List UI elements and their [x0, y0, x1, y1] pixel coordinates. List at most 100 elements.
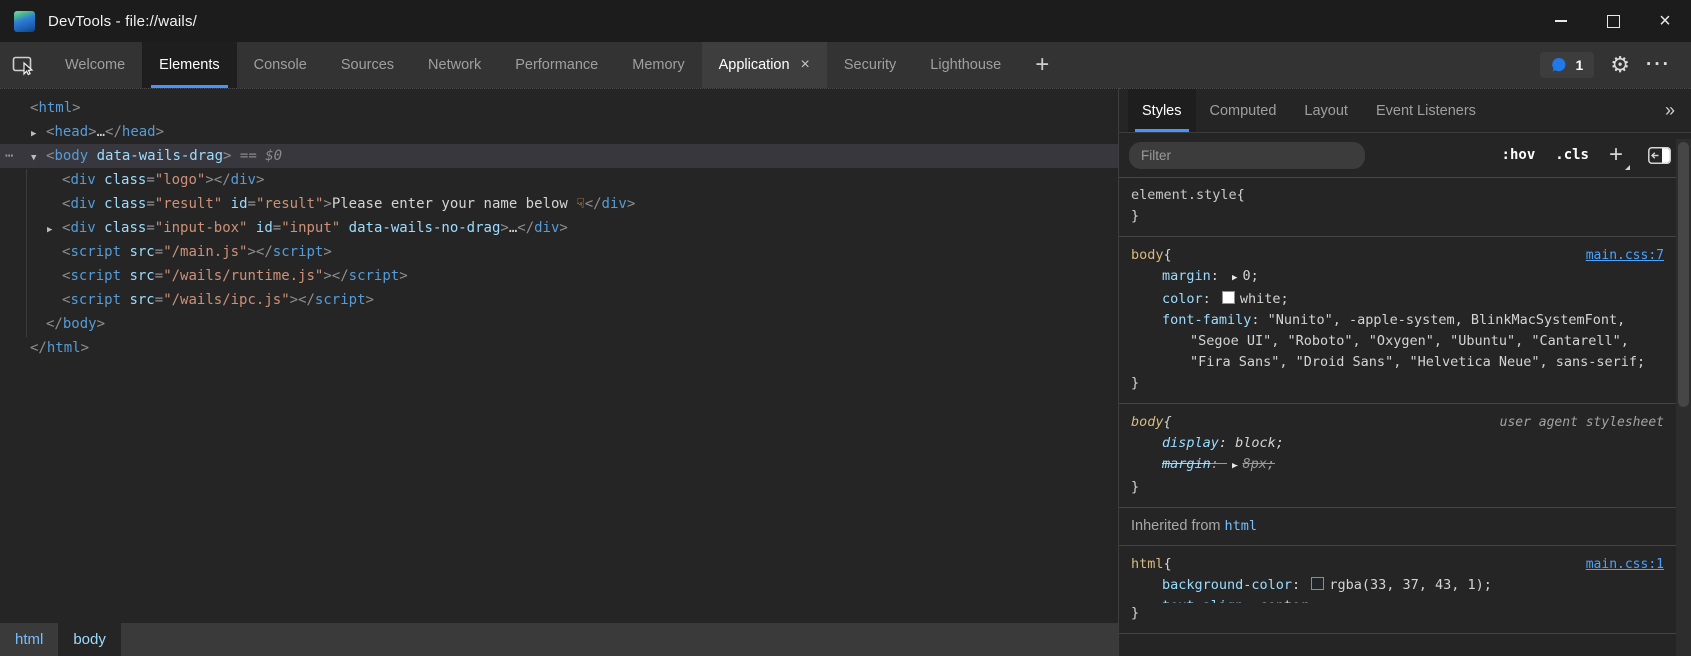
- tab-security[interactable]: Security: [827, 42, 913, 88]
- code-token: "input": [281, 220, 340, 236]
- tab-label: Network: [428, 57, 481, 73]
- close-icon: ×: [1659, 11, 1671, 31]
- tab-label: Memory: [632, 57, 684, 73]
- styles-rules-list: element.style {}body {main.css:7margin: …: [1119, 177, 1676, 656]
- code-token: "/wails/runtime.js": [163, 268, 323, 284]
- close-brace: }: [1131, 373, 1664, 394]
- css-property[interactable]: display: block;: [1131, 433, 1664, 454]
- tree-row[interactable]: ▶<div class="input-box" id="input" data-…: [0, 216, 1118, 240]
- sidebar-tab-computed[interactable]: Computed: [1196, 89, 1291, 132]
- inherited-from-header: Inherited from html: [1119, 508, 1676, 546]
- collapse-panel-icon: [1648, 147, 1671, 164]
- css-property[interactable]: text-align: center;: [1131, 596, 1664, 603]
- code-token: =: [248, 196, 256, 212]
- tree-row[interactable]: <div class="logo"></div>: [0, 168, 1118, 192]
- css-selector[interactable]: body: [1131, 412, 1164, 433]
- minimize-button[interactable]: [1535, 0, 1587, 42]
- sidebar-tab-styles[interactable]: Styles: [1128, 89, 1196, 132]
- code-token: class: [104, 220, 146, 236]
- maximize-button[interactable]: [1587, 0, 1639, 42]
- breadcrumb-item-html[interactable]: html: [0, 623, 58, 656]
- code-token: div: [70, 196, 95, 212]
- tab-console[interactable]: Console: [237, 42, 324, 88]
- inherited-from-link[interactable]: html: [1225, 518, 1258, 534]
- scrollbar-thumb[interactable]: [1678, 142, 1689, 407]
- property-name: color: [1162, 291, 1203, 307]
- add-panel-button[interactable]: +: [1018, 42, 1066, 88]
- code-token: >: [97, 316, 105, 332]
- tab-sources[interactable]: Sources: [324, 42, 411, 88]
- expand-value-arrow-icon[interactable]: ▶: [1227, 273, 1242, 283]
- tree-row[interactable]: ⋯▼<body data-wails-drag> == $0: [0, 144, 1118, 168]
- code-token: >: [290, 292, 298, 308]
- issues-counter-button[interactable]: 1: [1540, 52, 1594, 78]
- tab-application[interactable]: Application ×: [702, 42, 827, 88]
- sidebar-tab-label: Computed: [1210, 103, 1277, 119]
- code-token: >: [247, 244, 255, 260]
- code-token: script: [70, 268, 121, 284]
- css-selector[interactable]: element.style: [1131, 185, 1237, 206]
- settings-button[interactable]: ⚙: [1610, 54, 1630, 76]
- tree-row[interactable]: <script src="/wails/runtime.js"></script…: [0, 264, 1118, 288]
- tree-row[interactable]: <html>: [0, 96, 1118, 120]
- color-swatch[interactable]: [1311, 577, 1324, 590]
- tab-lighthouse[interactable]: Lighthouse: [913, 42, 1018, 88]
- property-colon: :: [1292, 577, 1308, 593]
- code-token: </: [517, 220, 534, 236]
- tab-performance[interactable]: Performance: [498, 42, 615, 88]
- code-token: …: [97, 124, 105, 140]
- new-style-rule-button[interactable]: +: [1609, 143, 1630, 167]
- window-controls: ×: [1535, 0, 1691, 42]
- tab-welcome[interactable]: Welcome: [48, 42, 142, 88]
- css-property[interactable]: background-color: rgba(33, 37, 43, 1);: [1131, 575, 1664, 596]
- inspect-icon: [12, 54, 36, 76]
- css-property[interactable]: margin: ▶0;: [1131, 266, 1664, 289]
- element-classes-button[interactable]: .cls: [1555, 147, 1589, 163]
- close-button[interactable]: ×: [1639, 0, 1691, 42]
- code-token: div: [70, 220, 95, 236]
- tree-row[interactable]: <script src="/main.js"></script>: [0, 240, 1118, 264]
- css-property[interactable]: font-family: "Nunito", -apple-system, Bl…: [1131, 310, 1664, 373]
- code-token: div: [70, 172, 95, 188]
- styles-filter-input[interactable]: [1129, 142, 1365, 169]
- styles-scrollbar[interactable]: [1676, 139, 1691, 656]
- code-token: >: [500, 220, 508, 236]
- tree-row[interactable]: <div class="result" id="result">Please e…: [0, 192, 1118, 216]
- tree-row[interactable]: </html>: [0, 336, 1118, 360]
- sidebar-tabs-overflow-icon[interactable]: »: [1649, 89, 1691, 132]
- sidebar-tab-layout[interactable]: Layout: [1290, 89, 1362, 132]
- breadcrumb-item-body[interactable]: body: [58, 623, 121, 656]
- tab-memory[interactable]: Memory: [615, 42, 701, 88]
- color-swatch[interactable]: [1222, 291, 1235, 304]
- css-selector[interactable]: body: [1131, 245, 1164, 266]
- tab-network[interactable]: Network: [411, 42, 498, 88]
- open-brace: {: [1164, 412, 1172, 433]
- code-token: </: [30, 340, 47, 356]
- tree-row[interactable]: <script src="/wails/ipc.js"></script>: [0, 288, 1118, 312]
- stylesheet-link[interactable]: main.css:7: [1586, 245, 1664, 266]
- css-property[interactable]: margin: ▶8px;: [1131, 454, 1664, 477]
- css-property[interactable]: color: white;: [1131, 289, 1664, 310]
- code-token: [247, 220, 255, 236]
- css-selector[interactable]: html: [1131, 554, 1164, 575]
- expand-arrow-icon[interactable]: ▶: [31, 122, 46, 146]
- tab-label: Application: [719, 57, 790, 73]
- expand-arrow-icon[interactable]: ▶: [47, 218, 62, 242]
- inspect-element-button[interactable]: [0, 42, 48, 88]
- tab-close-icon[interactable]: ×: [801, 57, 810, 73]
- sidebar-tab-event-listeners[interactable]: Event Listeners: [1362, 89, 1490, 132]
- toggle-sidebar-button[interactable]: [1648, 147, 1671, 164]
- node-menu-icon[interactable]: ⋯: [5, 144, 14, 168]
- rule-selector-line: body {user agent stylesheet: [1131, 412, 1664, 433]
- property-name: margin: [1162, 456, 1211, 472]
- expand-value-arrow-icon[interactable]: ▶: [1227, 461, 1242, 471]
- stylesheet-link[interactable]: main.css:1: [1586, 554, 1664, 575]
- tab-elements[interactable]: Elements: [142, 42, 236, 88]
- code-token: "/main.js": [163, 244, 247, 260]
- tree-row[interactable]: ▶<head>…</head>: [0, 120, 1118, 144]
- tree-row[interactable]: </body>: [0, 312, 1118, 336]
- collapse-arrow-icon[interactable]: ▼: [31, 146, 46, 170]
- property-value: 0;: [1242, 268, 1258, 284]
- styles-toolbar: :hov .cls +: [1119, 133, 1691, 178]
- toggle-element-state-button[interactable]: :hov: [1502, 147, 1536, 163]
